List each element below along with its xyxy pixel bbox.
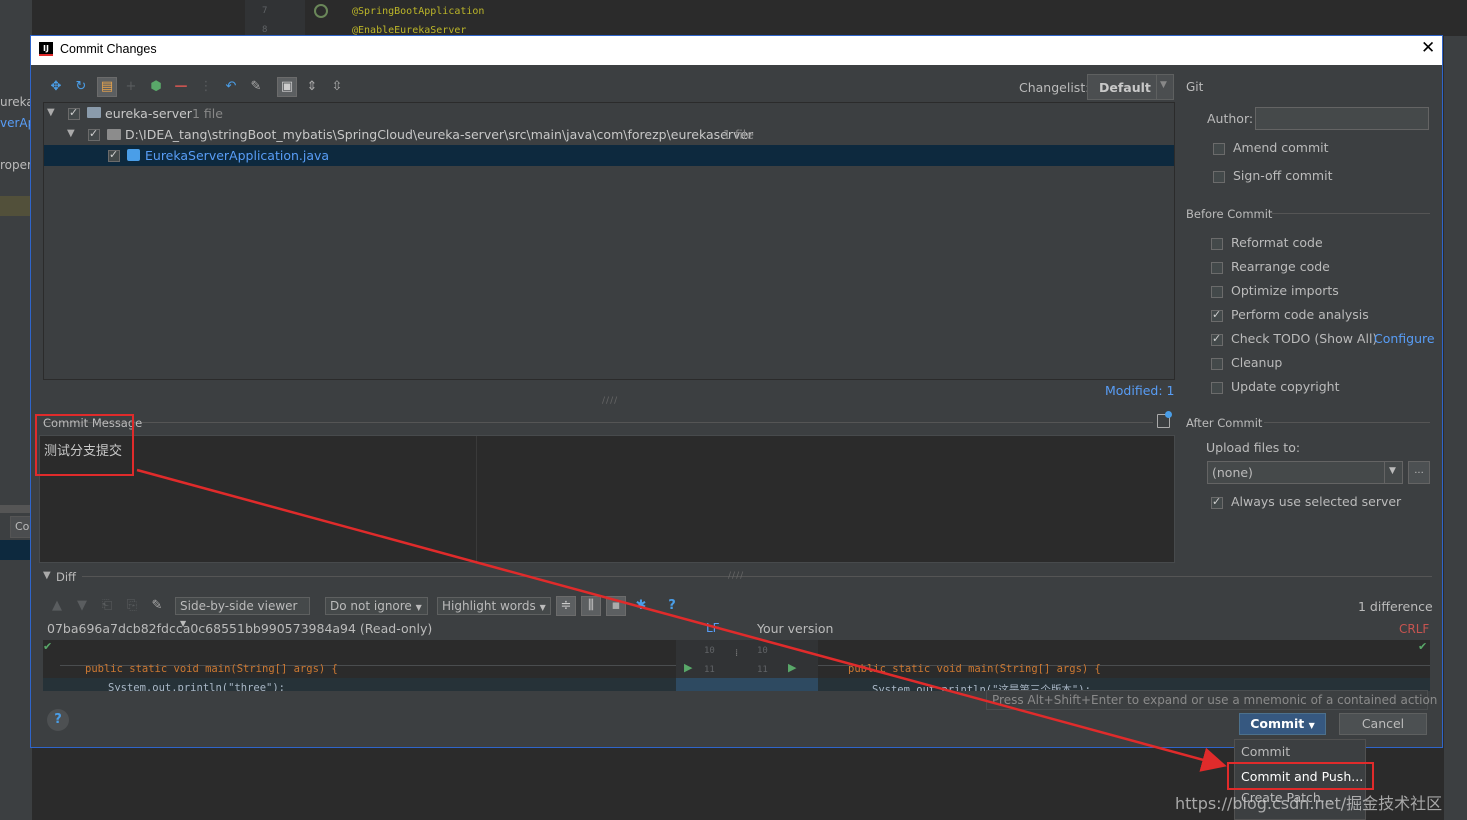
annotation-arrow xyxy=(136,468,1227,772)
watermark: https://blog.csdn.net/掘金技术社区 xyxy=(1175,794,1443,813)
